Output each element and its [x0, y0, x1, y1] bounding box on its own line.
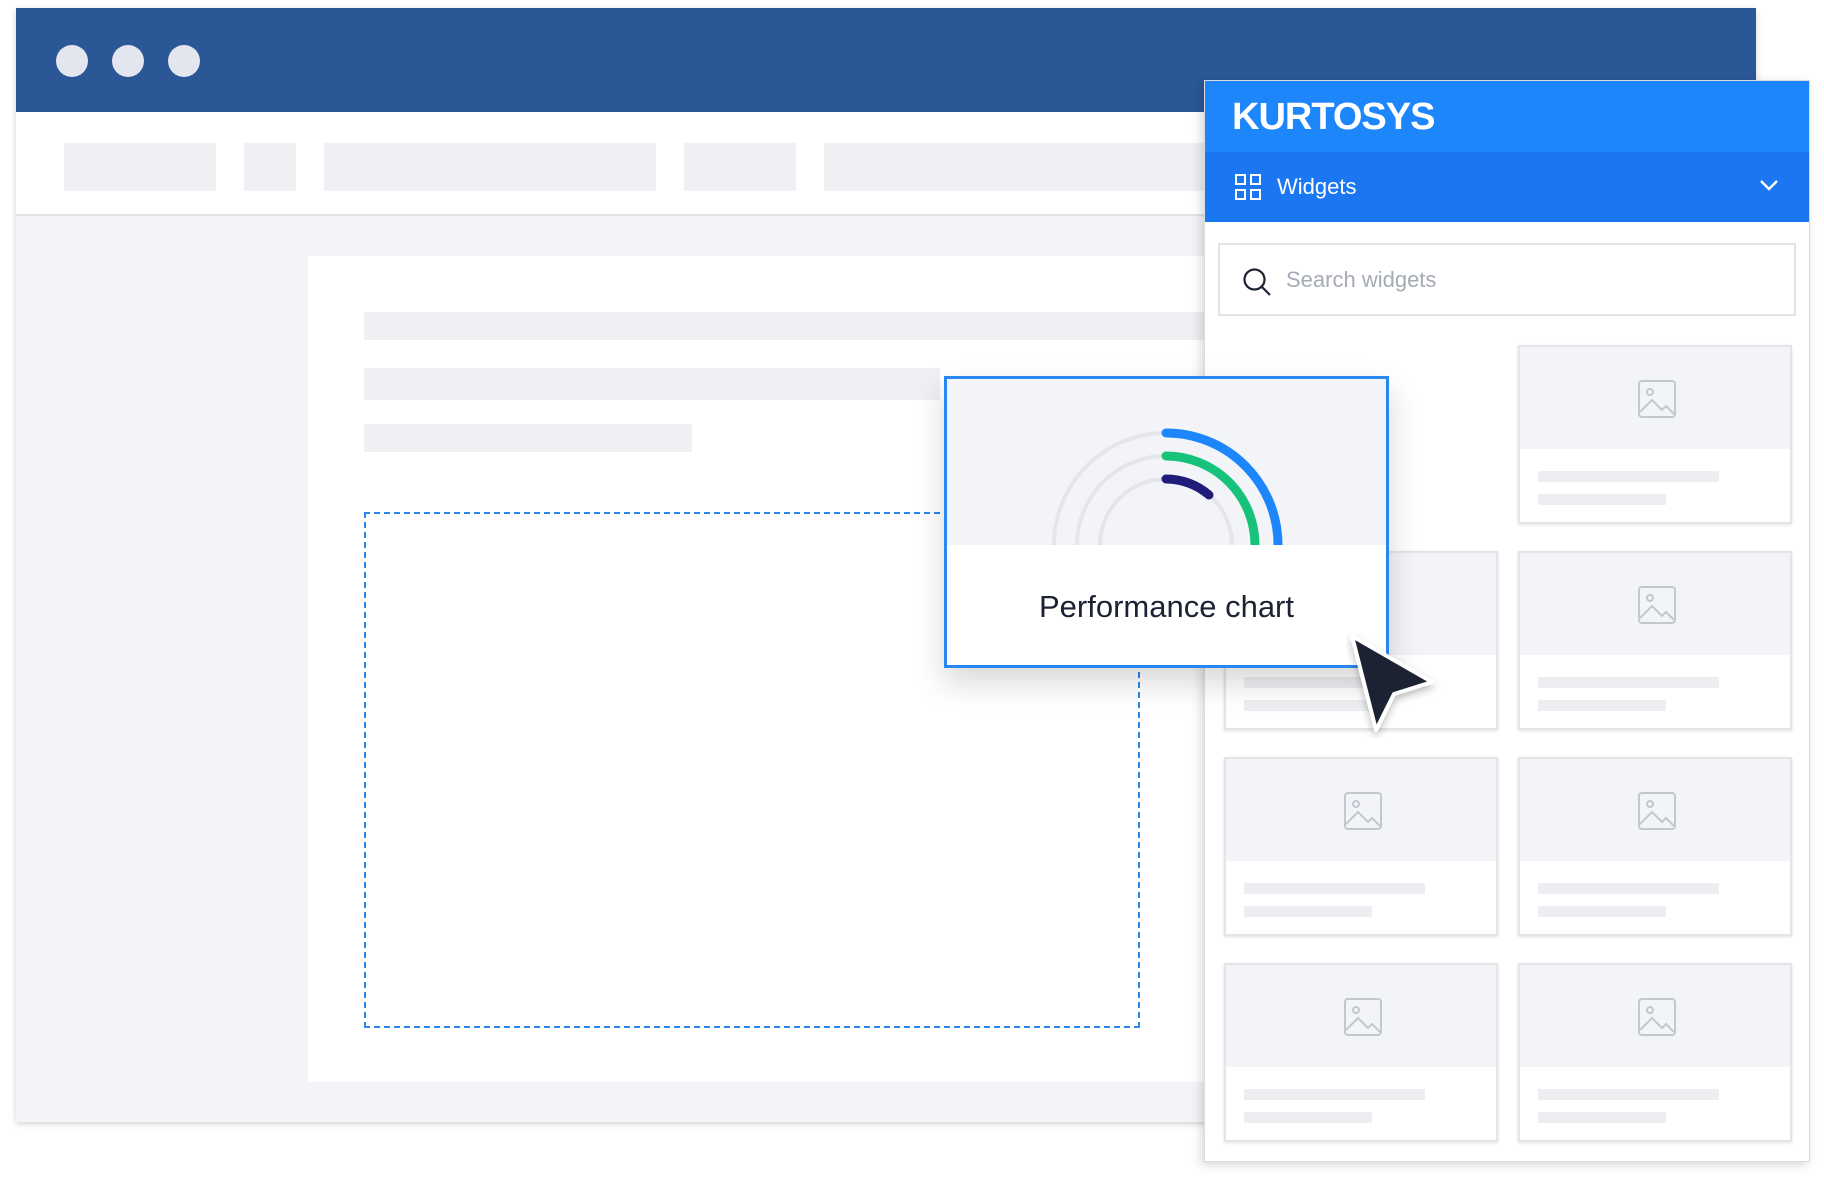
image-placeholder-icon	[1344, 792, 1382, 830]
window-maximize-dot[interactable]	[168, 45, 200, 77]
nav-item-placeholder[interactable]	[244, 143, 296, 191]
text-line-placeholder	[364, 312, 1324, 340]
image-placeholder-icon	[1638, 586, 1676, 624]
text-line-placeholder	[1538, 700, 1666, 711]
window-minimize-dot[interactable]	[112, 45, 144, 77]
text-line-placeholder	[364, 368, 940, 400]
kurtosys-logo: KURTOSYS	[1232, 96, 1435, 138]
text-line-placeholder	[1244, 883, 1425, 894]
section-label: Widgets	[1277, 174, 1357, 199]
panel-header: KURTOSYS	[1205, 81, 1809, 152]
text-line-placeholder	[1538, 906, 1666, 917]
text-line-placeholder	[1244, 1089, 1425, 1100]
widget-card[interactable]	[1518, 757, 1792, 936]
chevron-down-icon[interactable]	[1759, 178, 1779, 192]
text-line-placeholder	[364, 424, 692, 452]
search-icon	[1243, 268, 1271, 296]
widget-card[interactable]	[1224, 757, 1498, 936]
window-close-dot[interactable]	[56, 45, 88, 77]
widgets-section-toggle[interactable]: Widgets	[1205, 152, 1809, 222]
nav-item-placeholder[interactable]	[64, 143, 216, 191]
widget-card[interactable]	[1224, 963, 1498, 1142]
grid-icon	[1235, 174, 1261, 200]
text-line-placeholder	[1538, 883, 1719, 894]
text-line-placeholder	[1538, 1112, 1666, 1123]
text-line-placeholder	[1538, 471, 1719, 482]
widget-card[interactable]	[1518, 551, 1792, 730]
search-input[interactable]	[1286, 263, 1766, 297]
pointer-cursor-icon	[1350, 634, 1434, 732]
image-placeholder-icon	[1638, 380, 1676, 418]
text-line-placeholder	[1538, 494, 1666, 505]
nav-item-placeholder[interactable]	[324, 143, 656, 191]
text-line-placeholder	[1244, 906, 1372, 917]
nav-item-placeholder[interactable]	[684, 143, 796, 191]
widget-card[interactable]	[1518, 345, 1792, 524]
widget-title: Performance chart	[1039, 589, 1294, 624]
image-placeholder-icon	[1638, 792, 1676, 830]
widget-card[interactable]	[1518, 963, 1792, 1142]
dragged-widget-card[interactable]: Performance chart	[944, 376, 1389, 668]
radial-chart-icon	[1052, 428, 1283, 545]
text-line-placeholder	[1244, 1112, 1372, 1123]
text-line-placeholder	[1538, 1089, 1719, 1100]
nav-item-placeholder[interactable]	[824, 143, 1244, 191]
text-line-placeholder	[1538, 677, 1719, 688]
search-box	[1218, 243, 1796, 316]
image-placeholder-icon	[1638, 998, 1676, 1036]
image-placeholder-icon	[1344, 998, 1382, 1036]
